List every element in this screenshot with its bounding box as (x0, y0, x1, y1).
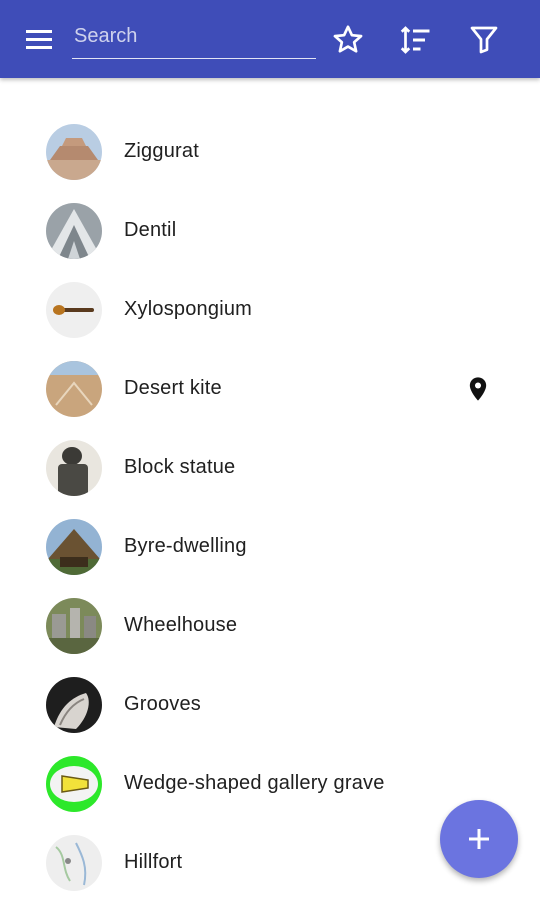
filter-icon (470, 26, 498, 54)
item-label: Ziggurat (124, 140, 199, 162)
item-thumbnail (46, 835, 102, 891)
item-label: Block statue (124, 456, 236, 478)
list-item[interactable]: Dentil (0, 191, 540, 270)
list-item[interactable]: Grooves (0, 665, 540, 744)
list-item[interactable]: Wheelhouse (0, 586, 540, 665)
item-label: Dentil (124, 219, 177, 241)
list-item[interactable]: Desert kite (0, 349, 540, 428)
item-label: Desert kite (124, 377, 222, 399)
sort-icon (400, 26, 430, 54)
sort-button[interactable] (398, 22, 434, 58)
plus-icon (469, 829, 489, 849)
item-label: Wedge-shaped gallery grave (124, 772, 385, 794)
star-outline-icon (333, 25, 363, 53)
item-label: Byre-dwelling (124, 535, 247, 557)
app-bar (0, 0, 540, 78)
item-thumbnail (46, 124, 102, 180)
location-pin-icon[interactable] (464, 375, 492, 403)
list-item[interactable]: Byre-dwelling (0, 507, 540, 586)
favorites-button[interactable] (330, 22, 366, 58)
search-input[interactable] (72, 18, 316, 54)
list-item[interactable]: Block statue (0, 428, 540, 507)
add-button[interactable] (440, 800, 518, 878)
item-thumbnail (46, 677, 102, 733)
item-label: Hillfort (124, 851, 183, 873)
item-thumbnail (46, 361, 102, 417)
list-item[interactable]: Xylospongium (0, 270, 540, 349)
menu-icon (26, 30, 52, 49)
search-field[interactable] (72, 18, 316, 59)
item-thumbnail (46, 598, 102, 654)
item-thumbnail (46, 756, 102, 812)
item-label: Grooves (124, 693, 201, 715)
filter-button[interactable] (466, 22, 502, 58)
item-thumbnail (46, 440, 102, 496)
item-thumbnail (46, 203, 102, 259)
item-label: Wheelhouse (124, 614, 238, 636)
item-thumbnail (46, 282, 102, 338)
list-item[interactable]: Ziggurat (0, 112, 540, 191)
menu-button[interactable] (24, 26, 56, 54)
item-list: Ziggurat Dentil Xylospongium Desert kite… (0, 112, 540, 902)
item-label: Xylospongium (124, 298, 253, 320)
item-thumbnail (46, 519, 102, 575)
